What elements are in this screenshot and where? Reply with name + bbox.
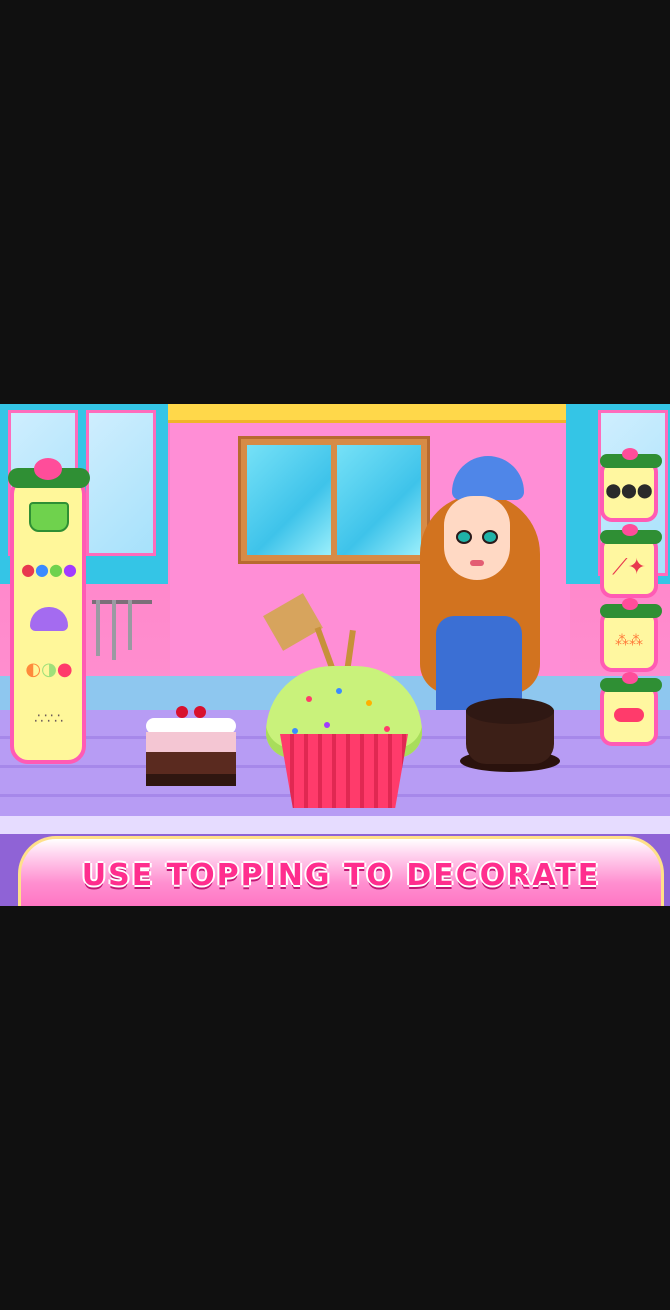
game-scene: ●●●● ◐◑● ∴∵∴ ⬤⬤⬤ ⟋✦ ⁂⁂ USE TOPPING TO DE… [0,404,670,906]
sprinkle [366,700,372,706]
chocolate-cake-top [466,698,554,724]
cake-layer [146,732,236,752]
instruction-banner: USE TOPPING TO DECORATE [18,836,664,906]
fruit-icon[interactable]: ◐◑● [24,648,74,690]
sprinkle [384,726,390,732]
chef-face [444,496,510,580]
window-glass [337,445,421,555]
eye [456,530,472,544]
chef-girl [416,456,544,718]
ladle-icon [96,600,100,656]
cherry-icon [194,706,206,718]
sprinkle [306,696,312,702]
kitchen-window [238,436,430,564]
cake-layer [146,752,236,774]
cupcake-being-decorated[interactable] [266,626,422,808]
chef-hat-icon [452,456,524,500]
candy-stick-icon[interactable]: ⟋✦ [600,524,662,598]
sprinkles-icon[interactable]: ∴∵∴ [24,698,74,740]
utensil-rail [92,600,152,604]
eye [482,530,498,544]
candy-balls-icon[interactable]: ●●●● [21,548,77,590]
jelly-icon[interactable] [600,672,662,746]
cream-icon[interactable] [24,598,74,640]
counter-edge [0,816,670,834]
lips [470,560,484,566]
left-topping-panel: ●●●● ◐◑● ∴∵∴ [8,458,90,764]
chips-icon[interactable]: ⬤⬤⬤ [600,448,662,522]
valance [168,404,566,423]
panel-bow [34,458,62,480]
sprinkle [336,688,342,694]
sprinkle [292,728,298,734]
cake-slice[interactable] [146,706,236,786]
window-glass [247,445,331,555]
rainbow-sprinkles-icon[interactable]: ⁂⁂ [600,598,662,672]
sprinkle [324,722,330,728]
spatula-icon [112,600,116,660]
cupcake-wrapper [280,734,408,808]
cabinet-glass [86,410,156,556]
knife-icon [128,600,132,650]
cake-layer [146,774,236,786]
chocolate-cake[interactable] [460,698,560,774]
instruction-text: USE TOPPING TO DECORATE [81,858,601,893]
cherry-icon [176,706,188,718]
cupcake-liner-icon[interactable] [24,496,74,538]
